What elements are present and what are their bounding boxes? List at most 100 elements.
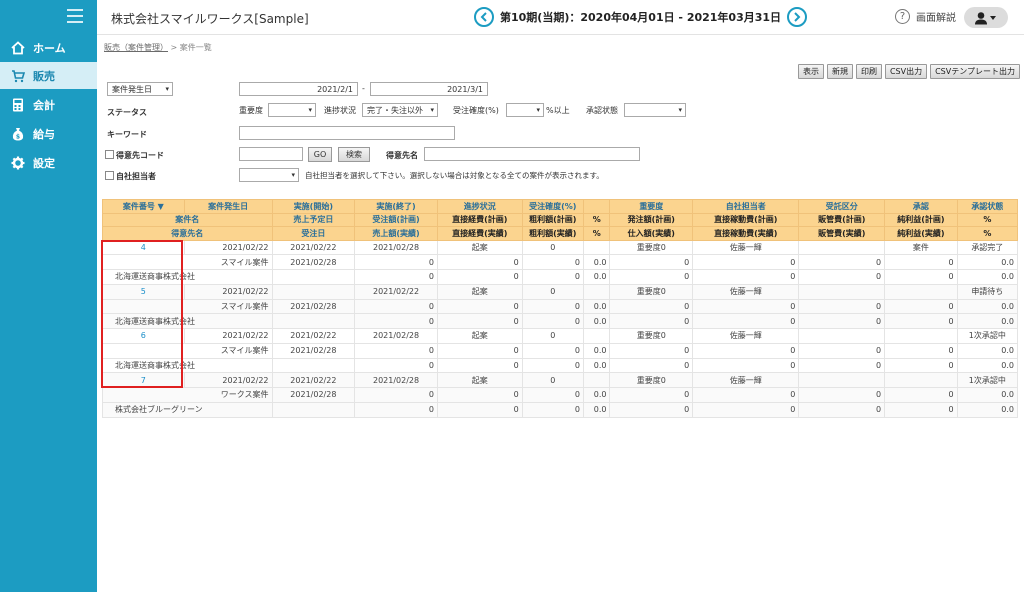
search-button[interactable]: 検索 bbox=[338, 147, 370, 162]
client-code-label: 得意先コード bbox=[116, 151, 164, 160]
table-row: 株式会社ブルーグリーン 0 0 0 0.0 0 0 0 0 0.0 bbox=[102, 401, 1019, 418]
table-cell bbox=[582, 283, 611, 300]
table-cell: 2021/02/28 bbox=[354, 239, 438, 256]
table-cell: 2021/02/22 bbox=[183, 239, 273, 256]
table-cell: 0 bbox=[609, 269, 694, 285]
table-cell: 0.0 bbox=[956, 357, 1019, 374]
staff-checkbox[interactable] bbox=[105, 171, 114, 180]
cart-icon bbox=[11, 69, 25, 83]
table-cell: 0.0 bbox=[582, 269, 611, 285]
table-cell bbox=[271, 283, 356, 300]
table-cell: 0 bbox=[354, 298, 438, 315]
column-header: 純利益(計画) bbox=[884, 212, 958, 227]
view-button[interactable]: 表示 bbox=[797, 64, 824, 79]
table-cell: 0 bbox=[354, 342, 438, 359]
table-cell: 0.0 bbox=[956, 269, 1019, 285]
sidebar-item-home[interactable]: ホーム bbox=[0, 34, 97, 61]
probability-select[interactable] bbox=[506, 103, 544, 117]
next-period-button[interactable] bbox=[787, 7, 808, 27]
table-row: スマイル案件 2021/02/28 0 0 0 0.0 0 0 0 0 0.0 bbox=[102, 298, 1019, 315]
table-cell: スマイル案件 bbox=[102, 298, 273, 315]
csv-export-button[interactable]: CSV出力 bbox=[884, 64, 928, 79]
table-cell: 2021/02/28 bbox=[354, 328, 438, 344]
project-number-link[interactable]: 5 bbox=[141, 287, 146, 296]
column-header: 案件名 bbox=[102, 212, 273, 227]
keyword-input[interactable] bbox=[239, 126, 455, 140]
project-number-link[interactable]: 6 bbox=[141, 331, 146, 340]
table-cell: 0.0 bbox=[582, 254, 611, 270]
importance-select[interactable] bbox=[268, 103, 316, 117]
table-cell: 2021/02/22 bbox=[271, 328, 356, 344]
table-cell: 佐藤一輝 bbox=[692, 328, 800, 344]
client-code-checkbox[interactable] bbox=[105, 150, 114, 159]
table-cell: 0.0 bbox=[582, 298, 611, 315]
sidebar-item-settings[interactable]: 設定 bbox=[0, 149, 97, 176]
table-cell bbox=[798, 283, 886, 300]
period-label: 第10期(当期)：2020年04月01日 - 2021年03月31日 bbox=[500, 11, 782, 24]
table-cell: 0 bbox=[798, 298, 886, 315]
client-name-input[interactable] bbox=[424, 147, 640, 161]
table-cell: 0 bbox=[692, 357, 800, 374]
table-cell: 0 bbox=[436, 342, 523, 359]
sidebar-item-accounting[interactable]: 会計 bbox=[0, 91, 97, 118]
table-cell: 0 bbox=[609, 298, 694, 315]
table-cell: 佐藤一輝 bbox=[692, 283, 800, 300]
column-header: 粗利額(実績) bbox=[521, 226, 584, 241]
table-cell: 2021/02/22 bbox=[183, 372, 273, 388]
table-cell: 0 bbox=[354, 401, 438, 418]
sidebar-item-sales[interactable]: 販売 bbox=[0, 62, 97, 89]
project-number-link[interactable]: 4 bbox=[141, 243, 146, 252]
table-cell bbox=[884, 372, 958, 388]
staff-select[interactable] bbox=[239, 168, 299, 182]
table-cell: 0.0 bbox=[582, 401, 611, 418]
column-header: 受託区分 bbox=[798, 199, 886, 214]
table-cell: 北海運送商事株式会社 bbox=[102, 313, 273, 329]
table-header-row: 得意先名 受注日 売上額(実績) 直接経費(実績) 粗利額(実績)% 仕入額(実績) 直接稼… bbox=[102, 226, 1019, 241]
sidebar: ホーム 販売 会計 $ 給与 設定 bbox=[0, 0, 97, 592]
table-cell: 申請待ち bbox=[956, 283, 1019, 300]
table-cell: 0 bbox=[521, 254, 584, 270]
column-header: 実施(終了) bbox=[354, 199, 438, 214]
column-header[interactable]: 案件番号 ▼ bbox=[102, 199, 185, 214]
table-cell: 4 bbox=[102, 239, 185, 256]
table-cell: 0 bbox=[692, 387, 800, 403]
date-range-separator: - bbox=[362, 84, 365, 93]
new-button[interactable]: 新規 bbox=[826, 64, 853, 79]
importance-label: 重要度 bbox=[239, 106, 263, 115]
go-button[interactable]: GO bbox=[308, 147, 332, 162]
date-type-select[interactable]: 案件発生日 bbox=[107, 82, 173, 96]
table-cell: 0 bbox=[798, 387, 886, 403]
csv-template-export-button[interactable]: CSVテンプレート出力 bbox=[930, 64, 1020, 79]
table-cell: 0 bbox=[798, 401, 886, 418]
table-cell: 佐藤一輝 bbox=[692, 372, 800, 388]
prev-period-button[interactable] bbox=[474, 7, 494, 27]
date-type-value: 案件発生日 bbox=[112, 84, 152, 94]
breadcrumb-link-sales[interactable]: 販売（案件管理） bbox=[104, 43, 168, 52]
table-cell: スマイル案件 bbox=[102, 342, 273, 359]
print-button[interactable]: 印刷 bbox=[855, 64, 882, 79]
user-menu-button[interactable] bbox=[964, 7, 1008, 28]
client-code-input[interactable] bbox=[239, 147, 303, 161]
date-to-input[interactable]: 2021/3/1 bbox=[370, 82, 488, 96]
staff-label: 自社担当者 bbox=[116, 172, 156, 181]
table-row: スマイル案件 2021/02/28 0 0 0 0.0 0 0 0 0 0.0 bbox=[102, 342, 1019, 359]
column-header: 受注額(計画) bbox=[354, 212, 438, 227]
menu-toggle-icon[interactable] bbox=[67, 9, 83, 23]
project-number-link[interactable]: 7 bbox=[141, 376, 146, 385]
status-label: ステータス bbox=[107, 108, 147, 117]
table-cell: 5 bbox=[102, 283, 185, 300]
table-row: ワークス案件 2021/02/28 0 0 0 0.0 0 0 0 0 0.0 bbox=[102, 387, 1019, 403]
table-cell: 0 bbox=[798, 342, 886, 359]
sidebar-item-payroll[interactable]: $ 給与 bbox=[0, 120, 97, 147]
date-from-input[interactable]: 2021/2/1 bbox=[239, 82, 358, 96]
table-cell: 0 bbox=[436, 357, 523, 374]
sidebar-item-label: 給与 bbox=[33, 127, 55, 141]
approval-select[interactable] bbox=[624, 103, 686, 117]
table-cell: 0 bbox=[609, 254, 694, 270]
table-cell: 0 bbox=[436, 387, 523, 403]
column-header: 案件発生日 bbox=[183, 199, 273, 214]
column-header: 承認状態 bbox=[956, 199, 1019, 214]
table-cell bbox=[271, 357, 356, 374]
progress-select[interactable]: 完了・失注以外 bbox=[362, 103, 438, 117]
help-link[interactable]: ? 画面解説 bbox=[895, 9, 956, 24]
